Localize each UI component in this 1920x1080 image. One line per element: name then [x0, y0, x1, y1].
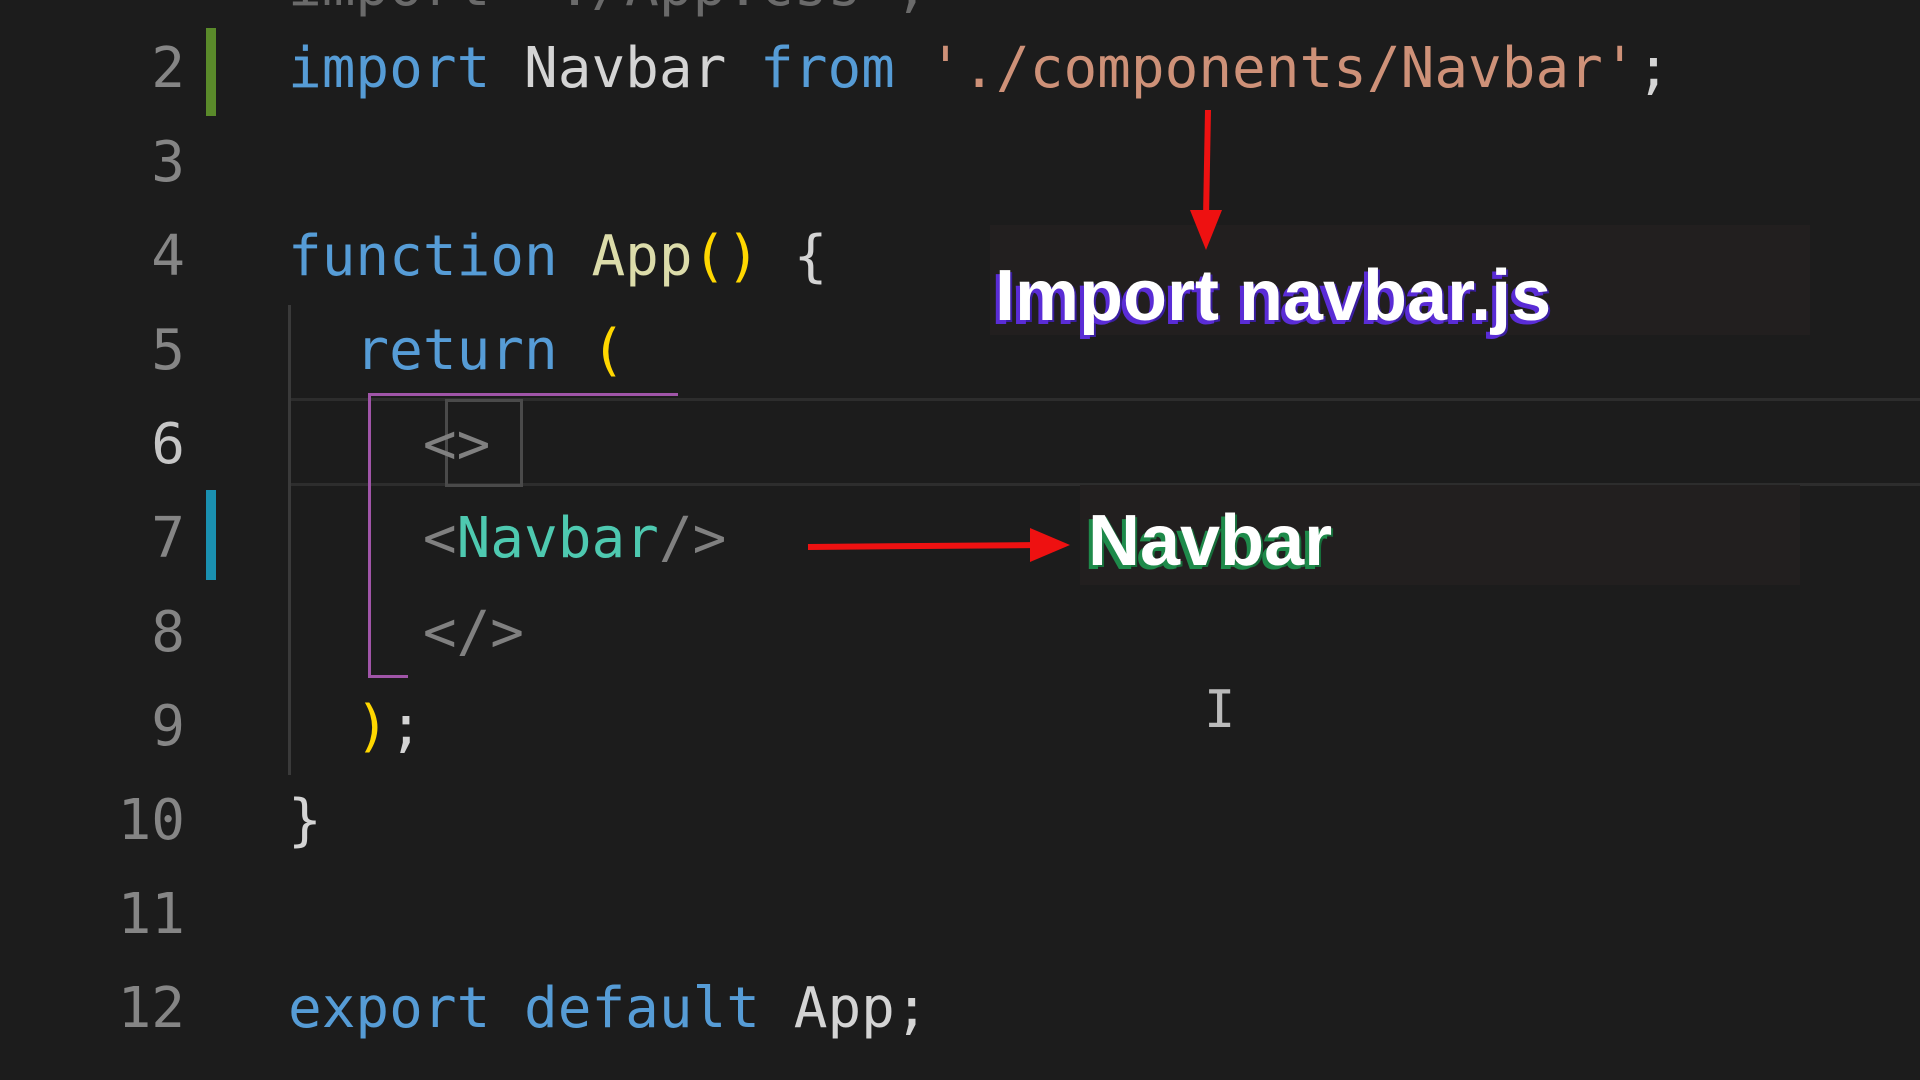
arrow-down [1203, 109, 1211, 219]
arrow-right [807, 542, 1041, 550]
arrow-right-head [1030, 528, 1070, 562]
code-editor[interactable]: import './App.css';2import Navbar from '… [0, 0, 1920, 1080]
annotation-arrows [807, 109, 1222, 562]
arrow-down-head [1190, 210, 1222, 250]
